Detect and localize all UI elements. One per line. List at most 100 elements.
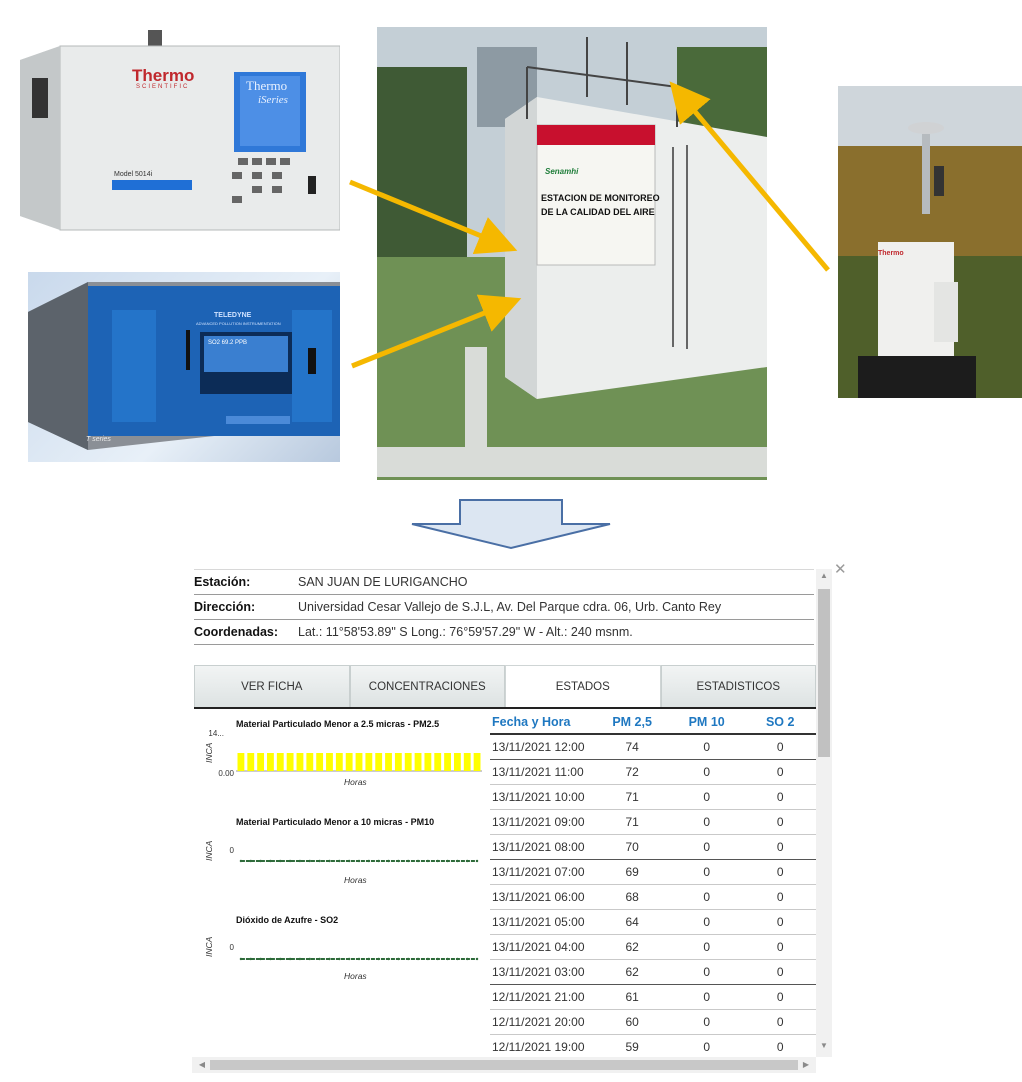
point — [347, 859, 351, 863]
table-row: 12/11/2021 21:00 61 0 0 — [490, 985, 816, 1010]
cell-pm10: 0 — [703, 890, 711, 904]
point — [347, 957, 351, 961]
bar — [345, 753, 353, 771]
bar — [335, 753, 343, 771]
table-row: 13/11/2021 09:00 71 0 0 — [490, 810, 816, 835]
cell-pm25: 62 — [625, 965, 639, 979]
point — [308, 957, 311, 961]
scroll-right-icon[interactable]: ▶ — [798, 1060, 814, 1069]
bar — [404, 753, 412, 771]
x-axis-label: Horas — [344, 971, 367, 981]
info-label: Coordenadas: — [194, 625, 279, 639]
cell-fecha: 13/11/2021 12:00 — [492, 740, 585, 754]
point — [416, 957, 420, 961]
thermo-logo-sub: SCIENTIFIC — [136, 84, 190, 90]
bar — [375, 753, 383, 771]
point — [387, 859, 390, 863]
table-row: 13/11/2021 10:00 71 0 0 — [490, 785, 816, 810]
point — [426, 859, 430, 863]
point — [279, 859, 282, 863]
tab-ver-ficha[interactable]: VER FICHA — [194, 665, 350, 707]
station-sign-line1: ESTACION DE MONITOREO — [541, 193, 660, 203]
bar — [434, 753, 442, 771]
cell-pm10: 0 — [703, 1015, 711, 1029]
horizontal-scrollbar[interactable]: ◀ ▶ — [192, 1057, 816, 1073]
vertical-scroll-thumb[interactable] — [818, 589, 830, 757]
cell-so2: 0 — [776, 815, 784, 829]
thermo-screen-brand: Thermo — [246, 78, 288, 93]
station-info-table: Estación: SAN JUAN DE LURIGANCHO Direcci… — [194, 569, 814, 645]
point — [387, 957, 390, 961]
tab-bar: VER FICHA CONCENTRACIONES ESTADOS ESTADI… — [194, 665, 816, 709]
info-label: Estación: — [194, 575, 251, 589]
info-row-coordinates: Coordenadas: Lat.: 11°58'53.89" S Long.:… — [194, 620, 814, 645]
teledyne-screen-reading: SO2 69.2 PPB — [208, 340, 248, 346]
thermo-logo: Thermo — [132, 66, 195, 85]
estados-table: Fecha y Hora PM 2,5 PM 10 SO 2 13/11/202… — [490, 711, 816, 1060]
scroll-left-icon[interactable]: ◀ — [194, 1060, 210, 1069]
bar — [326, 753, 333, 771]
point — [436, 957, 439, 961]
tab-concentraciones[interactable]: CONCENTRACIONES — [349, 665, 505, 707]
point — [259, 957, 262, 961]
cell-fecha: 13/11/2021 05:00 — [492, 915, 585, 929]
point — [318, 957, 321, 961]
point — [446, 957, 449, 961]
point — [239, 957, 243, 961]
bar — [267, 753, 274, 771]
point — [318, 859, 321, 863]
cell-pm25: 69 — [625, 865, 639, 879]
tab-estados[interactable]: ESTADOS — [505, 665, 661, 707]
cell-pm25: 62 — [625, 940, 639, 954]
table-row: 13/11/2021 12:00 74 0 0 — [490, 735, 816, 760]
x-axis-label: Horas — [344, 777, 367, 787]
y-tick-label: 14... — [208, 729, 224, 738]
sampler-logo: Thermo — [878, 250, 904, 257]
point — [397, 859, 400, 863]
cell-so2: 0 — [776, 990, 784, 1004]
x-axis-label: Horas — [344, 875, 367, 885]
station-sign-line2: DE LA CALIDAD DEL AIRE — [541, 207, 655, 217]
header-pm25[interactable]: PM 2,5 — [595, 715, 669, 729]
cell-pm10: 0 — [703, 990, 711, 1004]
point — [367, 859, 371, 863]
vertical-scrollbar[interactable]: ▲ ▼ — [816, 569, 832, 1057]
horizontal-scroll-thumb[interactable] — [210, 1060, 798, 1070]
header-so2[interactable]: SO 2 — [744, 715, 816, 729]
cell-pm10: 0 — [703, 1040, 711, 1054]
point — [239, 859, 243, 863]
bar — [444, 753, 451, 771]
bar — [365, 753, 373, 771]
bar — [306, 753, 314, 771]
point — [367, 957, 371, 961]
inca-charts — [236, 753, 482, 961]
info-value: SAN JUAN DE LURIGANCHO — [298, 575, 468, 589]
tab-estadisticos[interactable]: ESTADISTICOS — [660, 665, 816, 707]
cell-so2: 0 — [776, 1015, 784, 1029]
table-row: 13/11/2021 06:00 68 0 0 — [490, 885, 816, 910]
point — [288, 957, 292, 961]
scroll-up-icon[interactable]: ▲ — [816, 571, 832, 580]
bar — [247, 753, 255, 771]
cell-pm25: 68 — [625, 890, 639, 904]
cell-fecha: 13/11/2021 04:00 — [492, 940, 585, 954]
close-icon[interactable]: ✕ — [834, 560, 847, 578]
point — [426, 957, 430, 961]
point — [298, 957, 302, 961]
header-fecha[interactable]: Fecha y Hora — [490, 715, 595, 729]
point — [288, 859, 292, 863]
point — [377, 859, 380, 863]
point — [377, 957, 380, 961]
scroll-down-icon[interactable]: ▼ — [816, 1041, 832, 1050]
bar — [394, 753, 402, 771]
cell-fecha: 13/11/2021 07:00 — [492, 865, 585, 879]
y-tick-label: 0.00 — [218, 769, 234, 778]
cell-pm25: 71 — [625, 815, 639, 829]
cell-so2: 0 — [776, 1040, 784, 1054]
table-header: Fecha y Hora PM 2,5 PM 10 SO 2 — [490, 711, 816, 735]
header-pm10[interactable]: PM 10 — [669, 715, 745, 729]
bar — [296, 753, 304, 771]
monitoring-station-photo: Senamhi ESTACION DE MONITOREO DE LA CALI… — [377, 27, 767, 480]
table-row: 13/11/2021 04:00 62 0 0 — [490, 935, 816, 960]
teledyne-series-label: T series — [86, 436, 111, 443]
